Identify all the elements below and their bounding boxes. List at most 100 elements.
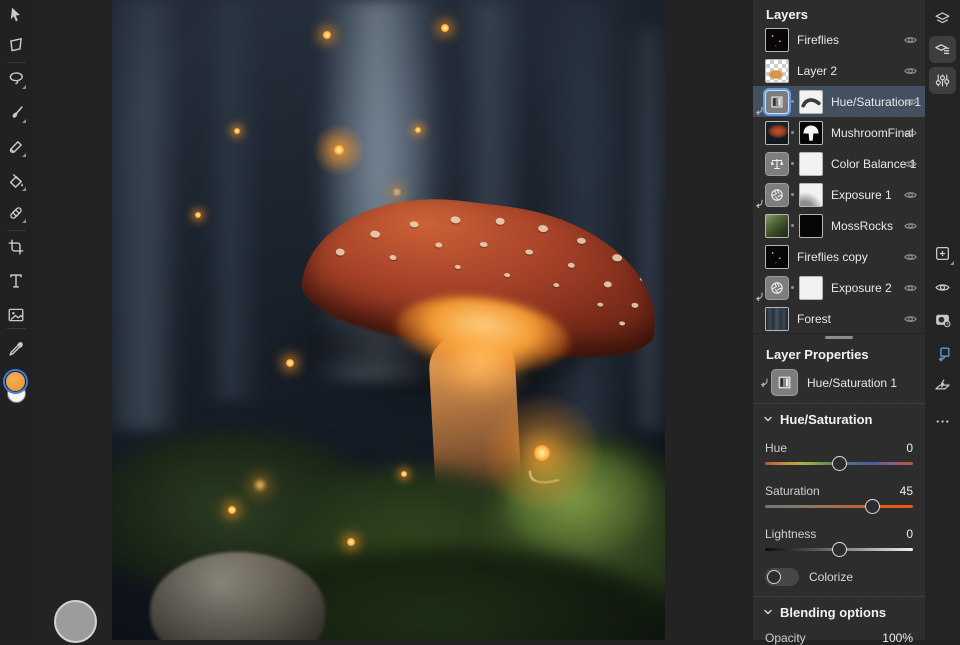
layer-row-hue-saturation-1[interactable]: Hue/Saturation 1 (753, 86, 925, 117)
firefly (393, 188, 401, 196)
rail-adjust-sliders-button[interactable] (929, 67, 956, 94)
tool-transform[interactable] (5, 34, 27, 56)
firefly (255, 480, 265, 490)
rail-clip-layer-button[interactable] (929, 340, 956, 367)
move-icon (7, 6, 25, 24)
rail-layer-strip-button[interactable] (929, 36, 956, 63)
slider-knob-hue[interactable] (832, 456, 847, 471)
tool-lasso[interactable] (5, 68, 27, 90)
layer-mask-thumbnail[interactable] (799, 152, 823, 176)
layer-thumbnail[interactable] (765, 214, 789, 238)
layers-panel: Layers FirefliesLayer 2Hue/Saturation 1M… (753, 0, 925, 640)
firefly (415, 127, 421, 133)
subtool-indicator (22, 85, 26, 89)
layer-mask-thumbnail[interactable] (799, 214, 823, 238)
layer-thumbnail[interactable] (765, 121, 789, 145)
tool-eraser[interactable] (5, 136, 27, 158)
forest-trunk (627, 30, 665, 430)
rail-visibility-button[interactable] (929, 274, 956, 301)
mushroom-cap-spot (435, 242, 443, 248)
rail-layer-fx-button[interactable] (929, 372, 956, 399)
layer-visibility-eye-icon[interactable] (903, 187, 918, 202)
opacity-value: 100% (882, 631, 913, 645)
slider-track-saturation[interactable] (765, 505, 913, 508)
layer-visibility-eye-icon[interactable] (903, 311, 918, 326)
layer-mask-thumbnail[interactable] (799, 121, 823, 145)
mushroom-cap-spot (389, 255, 397, 261)
slider-knob-lightness[interactable] (832, 542, 847, 557)
layer-row-mossrocks[interactable]: MossRocks (753, 210, 925, 241)
mushroom-cap-spot (450, 216, 461, 224)
rail-add-mask-button[interactable] (929, 306, 956, 333)
tool-place-image[interactable] (5, 304, 27, 326)
layer-mask-thumbnail[interactable] (799, 276, 823, 300)
touch-shortcut-button[interactable] (54, 600, 97, 643)
hue-saturation-section-title: Hue/Saturation (780, 412, 872, 427)
tool-brush[interactable] (5, 102, 27, 124)
tool-move[interactable] (5, 4, 27, 26)
adjustment-icon-thumbnail[interactable] (765, 90, 789, 114)
layer-visibility-eye-icon[interactable] (903, 280, 918, 295)
layer-row-layer-2[interactable]: Layer 2 (753, 55, 925, 86)
tool-eyedropper[interactable] (5, 338, 27, 360)
opacity-label: Opacity (765, 631, 806, 645)
adjustment-layer-thumbnail[interactable] (771, 369, 798, 396)
photoshop-workspace: { "colors": { "selection_accent": "#5f9b… (0, 0, 960, 640)
mask-link-dot (791, 224, 794, 227)
layer-visibility-eye-icon[interactable] (903, 156, 918, 171)
panel-resize-handle[interactable] (825, 336, 853, 339)
blending-options-section-header[interactable]: Blending options (763, 605, 886, 620)
layer-thumbnail[interactable] (765, 245, 789, 269)
slider-label-saturation: Saturation (765, 484, 820, 498)
layer-visibility-eye-icon[interactable] (903, 218, 918, 233)
rail-add-layer-button[interactable] (929, 240, 956, 267)
slider-knob-saturation[interactable] (865, 499, 880, 514)
adjustment-icon-thumbnail[interactable] (765, 183, 789, 207)
layer-row-mushroomfinal[interactable]: MushroomFinal (753, 117, 925, 148)
layer-mask-thumbnail[interactable] (799, 183, 823, 207)
mushroom-cap-spot (553, 283, 559, 288)
hue-saturation-section-header[interactable]: Hue/Saturation (763, 412, 872, 427)
rail-more-button[interactable] (929, 408, 956, 435)
panel-divider (753, 596, 925, 597)
rail-layers-stack-button[interactable] (929, 5, 956, 32)
layer-visibility-eye-icon[interactable] (903, 63, 918, 78)
layer-row-fireflies-copy[interactable]: Fireflies copy (753, 241, 925, 272)
layer-row-forest[interactable]: Forest (753, 303, 925, 334)
mask-link-dot (791, 100, 794, 103)
layer-thumbnail[interactable] (765, 28, 789, 52)
clipping-mask-arrow-icon (754, 199, 764, 209)
chevron-down-icon (763, 412, 773, 427)
tool-fill[interactable] (5, 170, 27, 192)
layer-row-color-balance-1[interactable]: Color Balance 1 (753, 148, 925, 179)
mushroom-cap-spot (525, 249, 534, 255)
layer-row-exposure-1[interactable]: Exposure 1 (753, 179, 925, 210)
mushroom-cap-spot (335, 248, 345, 256)
adjustment-icon-thumbnail[interactable] (765, 152, 789, 176)
layer-visibility-eye-icon[interactable] (903, 32, 918, 47)
mushroom-stem-glow (438, 330, 522, 394)
toolbar-separator (7, 230, 26, 231)
layer-thumbnail[interactable] (765, 59, 789, 83)
layer-row-exposure-2[interactable]: Exposure 2 (753, 272, 925, 303)
adjustment-icon-thumbnail[interactable] (765, 276, 789, 300)
layer-mask-thumbnail[interactable] (799, 90, 823, 114)
tool-heal[interactable] (5, 202, 27, 224)
layer-visibility-eye-icon[interactable] (903, 125, 918, 140)
layer-visibility-eye-icon[interactable] (903, 249, 918, 264)
tool-sidebar (0, 0, 33, 640)
mushroom-cap-spot (409, 221, 419, 228)
eyedropper-icon (7, 340, 25, 358)
layers-stack-icon (934, 10, 951, 27)
tool-crop[interactable] (5, 236, 27, 258)
foreground-color-swatch[interactable] (5, 371, 26, 392)
document-canvas[interactable] (112, 0, 665, 640)
mask-link-dot (791, 193, 794, 196)
layer-row-fireflies[interactable]: Fireflies (753, 24, 925, 55)
add-mask-icon (934, 311, 951, 328)
mask-link-dot (791, 162, 794, 165)
layer-visibility-eye-icon[interactable] (903, 94, 918, 109)
layer-thumbnail[interactable] (765, 307, 789, 331)
colorize-toggle[interactable] (765, 568, 799, 586)
tool-type[interactable] (5, 270, 27, 292)
